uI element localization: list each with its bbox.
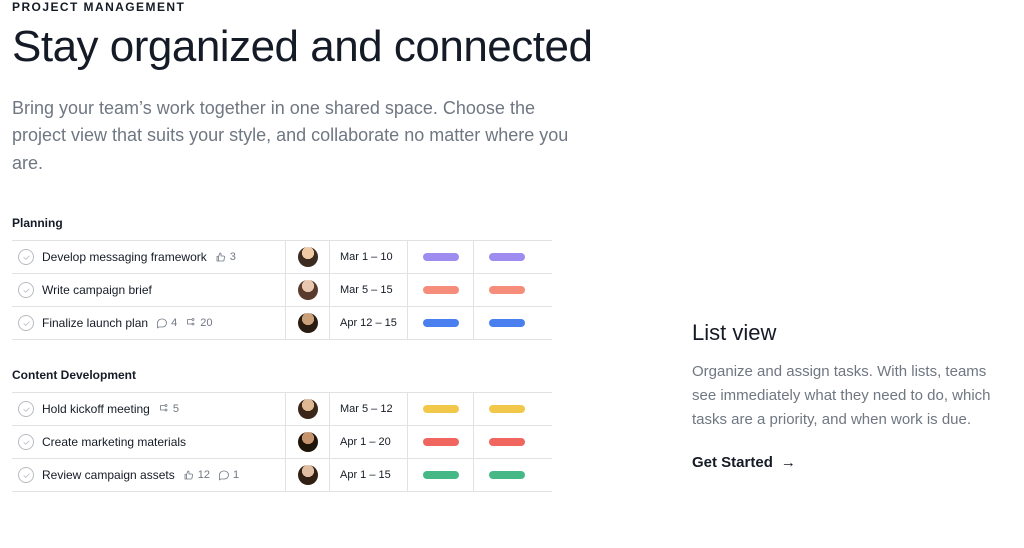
- tag-cell: [408, 307, 474, 339]
- tag-cell: [474, 426, 540, 458]
- tag-cell: [408, 426, 474, 458]
- tag-cell: [408, 393, 474, 425]
- check-circle-icon[interactable]: [18, 315, 34, 331]
- assignee-cell: [286, 393, 330, 425]
- task-title: Write campaign brief: [42, 283, 152, 297]
- tag-cell: [474, 459, 540, 491]
- task-table: Develop messaging framework3Mar 1 – 10Wr…: [12, 240, 552, 340]
- date-cell: Mar 1 – 10: [330, 241, 408, 273]
- tag-cell: [474, 393, 540, 425]
- assignee-cell: [286, 426, 330, 458]
- check-circle-icon[interactable]: [18, 467, 34, 483]
- tag-cell: [474, 307, 540, 339]
- avatar: [298, 313, 318, 333]
- likes-count: 3: [230, 251, 236, 263]
- task-title-cell: Hold kickoff meeting 5: [12, 393, 286, 425]
- check-circle-icon[interactable]: [18, 401, 34, 417]
- color-pill: [423, 471, 459, 479]
- comment-icon: 1: [218, 469, 239, 481]
- date-cell: Apr 1 – 20: [330, 426, 408, 458]
- thumbs-up-icon: 3: [215, 251, 236, 263]
- tag-cell: [474, 274, 540, 306]
- color-pill: [489, 253, 525, 261]
- page-headline: Stay organized and connected: [12, 22, 632, 73]
- task-title: Hold kickoff meeting: [42, 402, 150, 416]
- page-subhead: Bring your team’s work together in one s…: [12, 95, 572, 179]
- section-label: Planning: [12, 216, 552, 230]
- avatar: [298, 280, 318, 300]
- task-title-cell: Write campaign brief: [12, 274, 286, 306]
- task-row[interactable]: Develop messaging framework 3 Mar 1 – 10: [12, 241, 552, 274]
- subtasks-count: 20: [200, 317, 212, 329]
- check-circle-icon[interactable]: [18, 282, 34, 298]
- assignee-cell: [286, 274, 330, 306]
- avatar: [298, 247, 318, 267]
- assignee-cell: [286, 241, 330, 273]
- task-title: Review campaign assets: [42, 468, 175, 482]
- thumbs-up-icon: 12: [183, 469, 210, 481]
- comment-icon: 4: [156, 317, 177, 329]
- date-cell: Mar 5 – 12: [330, 393, 408, 425]
- color-pill: [423, 438, 459, 446]
- color-pill: [489, 438, 525, 446]
- task-list: Planning Develop messaging framework 3 Mar …: [12, 216, 552, 492]
- color-pill: [423, 286, 459, 294]
- tag-cell: [408, 274, 474, 306]
- task-row[interactable]: Create marketing materials Apr 1 – 20: [12, 426, 552, 459]
- get-started-link[interactable]: Get Started →: [692, 454, 796, 471]
- task-row[interactable]: Finalize launch plan 4 20 Apr 12 – 15: [12, 307, 552, 340]
- task-title-cell: Review campaign assets 12 1: [12, 459, 286, 491]
- check-circle-icon[interactable]: [18, 249, 34, 265]
- date-cell: Apr 1 – 15: [330, 459, 408, 491]
- color-pill: [423, 253, 459, 261]
- color-pill: [489, 319, 525, 327]
- avatar: [298, 432, 318, 452]
- cta-label: Get Started: [692, 454, 773, 471]
- color-pill: [489, 471, 525, 479]
- likes-count: 12: [198, 469, 210, 481]
- task-title: Finalize launch plan: [42, 316, 148, 330]
- date-cell: Apr 12 – 15: [330, 307, 408, 339]
- eyebrow-label: PROJECT MANAGEMENT: [12, 0, 632, 14]
- tag-cell: [408, 241, 474, 273]
- task-title: Create marketing materials: [42, 435, 186, 449]
- task-row[interactable]: Review campaign assets 12 1 Apr 1 – 15: [12, 459, 552, 492]
- tag-cell: [474, 241, 540, 273]
- assignee-cell: [286, 307, 330, 339]
- arrow-right-icon: →: [781, 454, 796, 471]
- task-table: Hold kickoff meeting5Mar 5 – 12Create ma…: [12, 392, 552, 492]
- section-label: Content Development: [12, 368, 552, 382]
- color-pill: [489, 286, 525, 294]
- tag-cell: [408, 459, 474, 491]
- task-title-cell: Create marketing materials: [12, 426, 286, 458]
- date-cell: Mar 5 – 15: [330, 274, 408, 306]
- comments-count: 1: [233, 469, 239, 481]
- comments-count: 4: [171, 317, 177, 329]
- avatar: [298, 399, 318, 419]
- task-title-cell: Develop messaging framework 3: [12, 241, 286, 273]
- color-pill: [423, 319, 459, 327]
- task-title: Develop messaging framework: [42, 250, 207, 264]
- task-row[interactable]: Write campaign brief Mar 5 – 15: [12, 274, 552, 307]
- avatar: [298, 465, 318, 485]
- color-pill: [423, 405, 459, 413]
- sidebar-heading: List view: [692, 320, 1004, 346]
- subtasks-icon: 5: [158, 403, 179, 415]
- sidebar-body: Organize and assign tasks. With lists, t…: [692, 360, 1004, 432]
- subtasks-count: 5: [173, 403, 179, 415]
- color-pill: [489, 405, 525, 413]
- subtasks-icon: 20: [185, 317, 212, 329]
- check-circle-icon[interactable]: [18, 434, 34, 450]
- assignee-cell: [286, 459, 330, 491]
- task-title-cell: Finalize launch plan 4 20: [12, 307, 286, 339]
- task-row[interactable]: Hold kickoff meeting 5 Mar 5 – 12: [12, 393, 552, 426]
